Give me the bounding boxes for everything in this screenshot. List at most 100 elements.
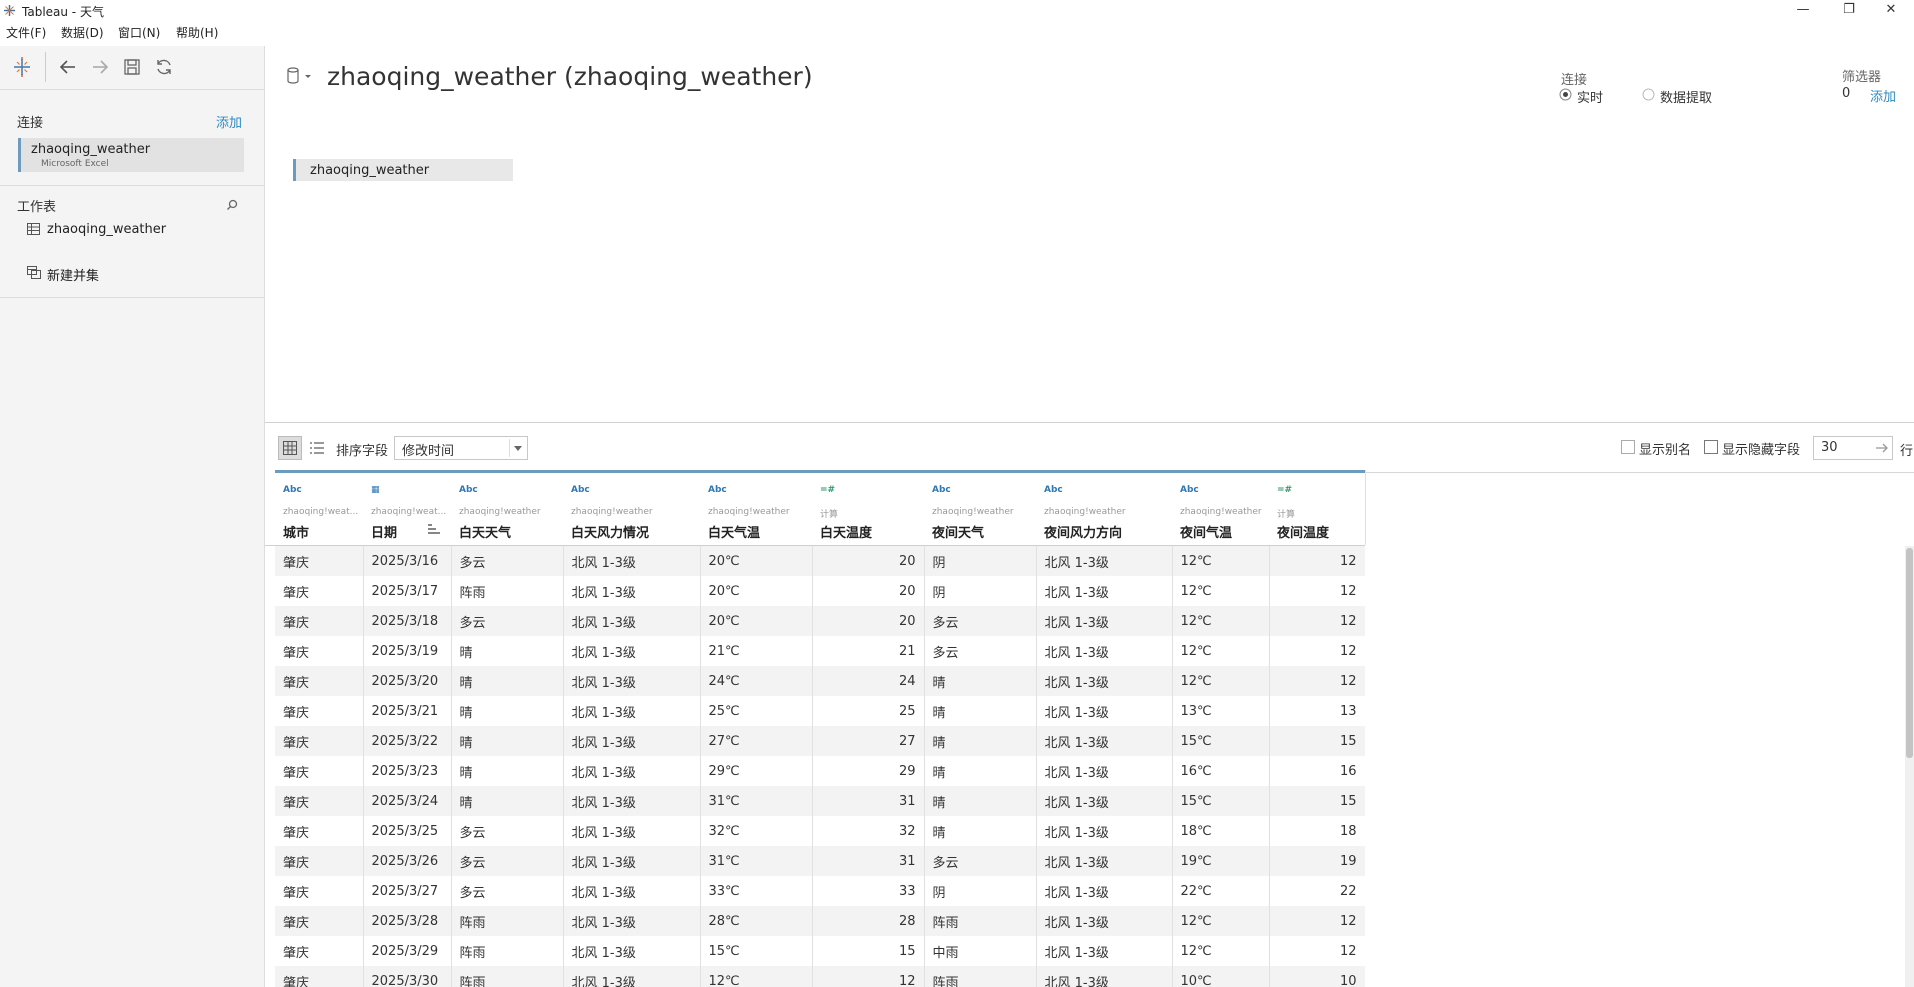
sort-field-select[interactable]: 修改时间: [394, 436, 528, 460]
table-cell[interactable]: 多云: [451, 546, 564, 576]
vertical-scrollbar[interactable]: [1905, 546, 1914, 987]
table-cell[interactable]: 16℃: [1172, 756, 1270, 786]
table-cell[interactable]: 肇庆: [275, 966, 364, 987]
table-cell[interactable]: 北风 1-3级: [563, 816, 701, 846]
date-type-icon[interactable]: ▦: [371, 485, 380, 495]
table-cell[interactable]: 15: [1269, 786, 1365, 816]
search-icon[interactable]: [226, 199, 238, 211]
table-cell[interactable]: 晴: [451, 636, 564, 666]
arrow-right-icon[interactable]: [89, 56, 111, 78]
table-cell[interactable]: 2025/3/21: [363, 696, 452, 726]
refresh-icon[interactable]: [153, 56, 175, 78]
table-cell[interactable]: 北风 1-3级: [1036, 906, 1173, 936]
table-cell[interactable]: 12℃: [1172, 936, 1270, 966]
table-cell[interactable]: 多云: [924, 606, 1037, 636]
table-cell[interactable]: 肇庆: [275, 606, 364, 636]
table-cell[interactable]: 多云: [451, 846, 564, 876]
table-cell[interactable]: 肇庆: [275, 696, 364, 726]
table-cell[interactable]: 多云: [451, 816, 564, 846]
table-cell[interactable]: 肇庆: [275, 786, 364, 816]
menu-file[interactable]: 文件(F): [6, 24, 46, 41]
database-icon[interactable]: [286, 66, 316, 86]
table-cell[interactable]: 33: [812, 876, 925, 906]
table-cell[interactable]: 肇庆: [275, 936, 364, 966]
table-cell[interactable]: 2025/3/30: [363, 966, 452, 987]
table-cell[interactable]: 31℃: [700, 786, 813, 816]
table-cell[interactable]: 阴: [924, 576, 1037, 606]
table-cell[interactable]: 肇庆: [275, 546, 364, 576]
arrow-right-icon[interactable]: [1876, 443, 1888, 453]
table-cell[interactable]: 21: [812, 636, 925, 666]
calculated-number-icon[interactable]: =#: [820, 485, 835, 495]
table-cell[interactable]: 多云: [924, 846, 1037, 876]
table-cell[interactable]: 13: [1269, 696, 1365, 726]
table-cell[interactable]: 2025/3/16: [363, 546, 452, 576]
table-cell[interactable]: 中雨: [924, 936, 1037, 966]
column-header-day-temp-text[interactable]: Abc zhaoqing!weather 白天气温: [700, 470, 813, 545]
table-cell[interactable]: 阵雨: [451, 576, 564, 606]
string-type-icon[interactable]: Abc: [571, 485, 590, 495]
table-cell[interactable]: 北风 1-3级: [563, 726, 701, 756]
table-cell[interactable]: 北风 1-3级: [1036, 966, 1173, 987]
table-cell[interactable]: 阵雨: [451, 936, 564, 966]
table-cell[interactable]: 北风 1-3级: [563, 786, 701, 816]
table-cell[interactable]: 12: [1269, 906, 1365, 936]
table-cell[interactable]: 晴: [924, 756, 1037, 786]
table-cell[interactable]: 晴: [451, 726, 564, 756]
table-cell[interactable]: 肇庆: [275, 636, 364, 666]
table-cell[interactable]: 20℃: [700, 576, 813, 606]
menu-help[interactable]: 帮助(H): [176, 24, 218, 41]
rows-input[interactable]: 30: [1813, 436, 1893, 460]
table-cell[interactable]: 20: [812, 576, 925, 606]
table-cell[interactable]: 北风 1-3级: [563, 546, 701, 576]
table-cell[interactable]: 晴: [451, 696, 564, 726]
table-cell[interactable]: 10: [1269, 966, 1365, 987]
table-cell[interactable]: 33℃: [700, 876, 813, 906]
table-cell[interactable]: 阵雨: [924, 906, 1037, 936]
column-header-night-temp-calc[interactable]: =# 计算 夜间温度: [1269, 470, 1366, 545]
table-cell[interactable]: 北风 1-3级: [563, 846, 701, 876]
list-view-icon[interactable]: [310, 441, 324, 455]
table-cell[interactable]: 15℃: [1172, 786, 1270, 816]
table-cell[interactable]: 肇庆: [275, 666, 364, 696]
table-cell[interactable]: 12: [1269, 576, 1365, 606]
string-type-icon[interactable]: Abc: [1044, 485, 1063, 495]
table-cell[interactable]: 北风 1-3级: [1036, 816, 1173, 846]
table-cell[interactable]: 北风 1-3级: [563, 966, 701, 987]
table-cell[interactable]: 北风 1-3级: [1036, 576, 1173, 606]
table-cell[interactable]: 12: [1269, 636, 1365, 666]
table-cell[interactable]: 16: [1269, 756, 1365, 786]
table-cell[interactable]: 肇庆: [275, 846, 364, 876]
close-button[interactable]: ✕: [1868, 0, 1914, 21]
table-cell[interactable]: 13℃: [1172, 696, 1270, 726]
table-cell[interactable]: 22: [1269, 876, 1365, 906]
table-cell[interactable]: 31℃: [700, 846, 813, 876]
table-cell[interactable]: 24: [812, 666, 925, 696]
table-cell[interactable]: 15℃: [700, 936, 813, 966]
tableau-logo-icon[interactable]: [11, 56, 33, 78]
table-cell[interactable]: 2025/3/26: [363, 846, 452, 876]
table-cell[interactable]: 12℃: [1172, 636, 1270, 666]
table-cell[interactable]: 阴: [924, 876, 1037, 906]
table-cell[interactable]: 阵雨: [451, 906, 564, 936]
table-cell[interactable]: 27: [812, 726, 925, 756]
string-type-icon[interactable]: Abc: [932, 485, 951, 495]
column-header-night-wind[interactable]: Abc zhaoqing!weather 夜间风力方向: [1036, 470, 1173, 545]
table-cell[interactable]: 多云: [924, 636, 1037, 666]
table-cell[interactable]: 18: [1269, 816, 1365, 846]
table-cell[interactable]: 阵雨: [451, 966, 564, 987]
minimize-button[interactable]: —: [1780, 0, 1826, 21]
menu-window[interactable]: 窗口(N): [118, 24, 160, 41]
table-cell[interactable]: 15: [1269, 726, 1365, 756]
table-cell[interactable]: 阵雨: [924, 966, 1037, 987]
table-cell[interactable]: 北风 1-3级: [563, 756, 701, 786]
new-union-item[interactable]: 新建并集: [25, 263, 245, 284]
table-cell[interactable]: 24℃: [700, 666, 813, 696]
table-cell[interactable]: 肇庆: [275, 906, 364, 936]
table-cell[interactable]: 32℃: [700, 816, 813, 846]
table-cell[interactable]: 27℃: [700, 726, 813, 756]
table-cell[interactable]: 北风 1-3级: [1036, 726, 1173, 756]
column-header-day-temp-calc[interactable]: =# 计算 白天温度: [812, 470, 925, 545]
table-cell[interactable]: 多云: [451, 606, 564, 636]
string-type-icon[interactable]: Abc: [283, 485, 302, 495]
